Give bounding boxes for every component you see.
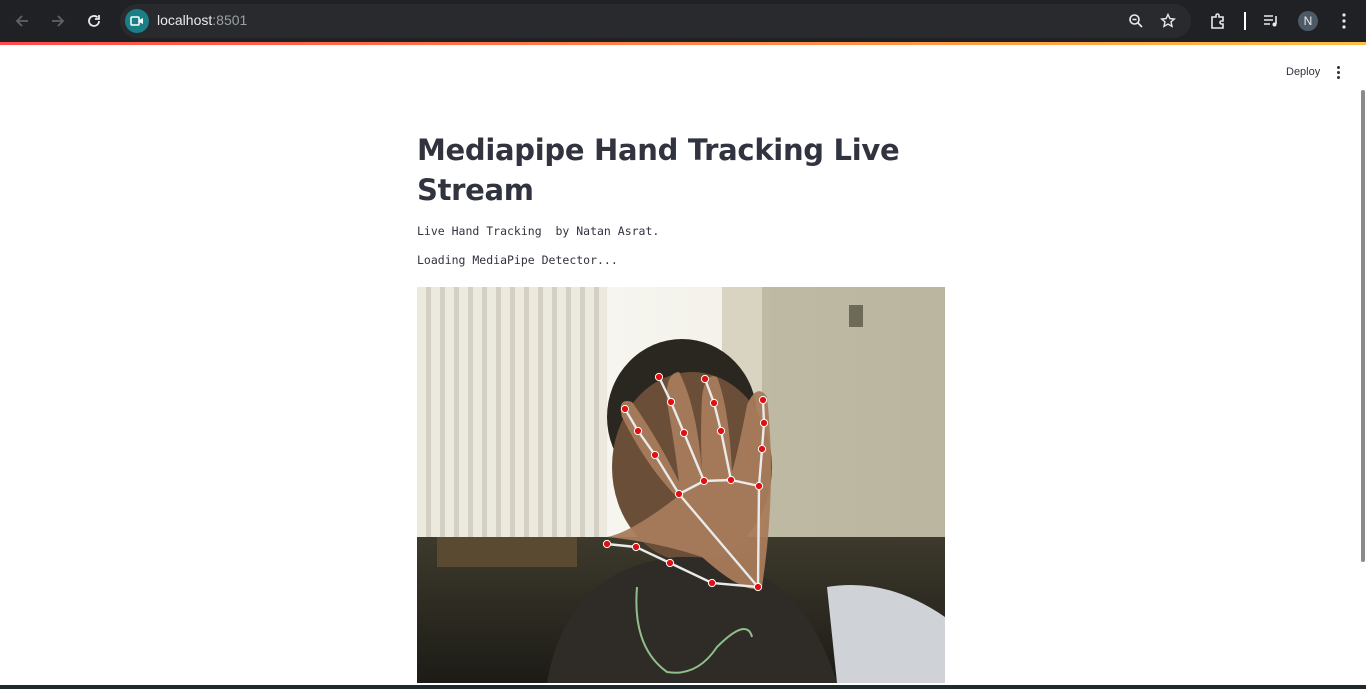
bookmark-button[interactable]	[1156, 9, 1180, 33]
landmark-ring-tip	[700, 374, 710, 384]
landmark-pinky-tip	[758, 395, 768, 405]
forward-button[interactable]	[46, 9, 70, 33]
browser-toolbar: localhost:8501 N	[0, 0, 1366, 42]
landmark-middle-pip	[679, 428, 689, 438]
app-menu-button[interactable]	[1330, 62, 1346, 82]
puzzle-icon	[1211, 13, 1224, 29]
webcam-video-frame	[417, 287, 945, 683]
landmark-pinky-mcp	[754, 481, 764, 491]
landmark-ring-mcp	[726, 475, 736, 485]
loading-status: Loading MediaPipe Detector...	[417, 253, 618, 267]
kebab-menu-icon	[1342, 13, 1346, 29]
desk	[437, 537, 577, 567]
landmark-index-dip	[633, 426, 643, 436]
back-button[interactable]	[10, 9, 34, 33]
landmark-pinky-dip	[759, 418, 769, 428]
page-scrollbar[interactable]	[1361, 90, 1365, 562]
landmark-thumb-cmc	[707, 578, 717, 588]
url-host: localhost	[157, 12, 213, 28]
url-port: :8501	[212, 12, 248, 28]
landmark-pinky-pip	[757, 444, 767, 454]
app-decoration-bar	[0, 42, 1366, 45]
deploy-button[interactable]: Deploy	[1278, 62, 1328, 82]
toolbar-divider	[1244, 12, 1246, 30]
landmark-index-pip	[650, 450, 660, 460]
landmark-index-mcp	[674, 489, 684, 499]
menu-dot	[1336, 65, 1340, 69]
author-caption: Live Hand Tracking by Natan Asrat.	[417, 224, 660, 238]
reload-button[interactable]	[82, 9, 106, 33]
landmark-middle-tip	[654, 372, 664, 382]
landmark-ring-dip	[709, 398, 719, 408]
landmark-ring-pip	[716, 426, 726, 436]
arrow-left-icon	[15, 15, 28, 27]
address-text[interactable]: localhost:8501	[157, 12, 247, 28]
menu-dot	[1336, 75, 1340, 79]
landmark-thumb-mcp	[665, 558, 675, 568]
landmark-index-tip	[620, 404, 630, 414]
landmark-thumb-tip	[602, 539, 612, 549]
media-control-icon	[1264, 15, 1277, 27]
video-camera-icon	[130, 16, 143, 26]
landmark-thumb-ip	[631, 542, 641, 552]
landmark-wrist	[753, 582, 763, 592]
star-icon	[1160, 13, 1176, 28]
page-title: Mediapipe Hand Tracking Live Stream	[417, 133, 900, 207]
arrow-right-icon	[52, 15, 65, 27]
reload-icon	[88, 15, 100, 27]
landmark-middle-dip	[666, 397, 676, 407]
webcam-scene	[417, 287, 945, 683]
media-control-button[interactable]	[1259, 9, 1283, 33]
browser-menu-button[interactable]	[1332, 9, 1356, 33]
os-taskbar-edge	[0, 685, 1366, 689]
site-info-button[interactable]	[125, 9, 149, 33]
window-blinds	[417, 287, 602, 547]
profile-avatar[interactable]: N	[1298, 11, 1318, 31]
extensions-button[interactable]	[1206, 9, 1230, 33]
menu-dot	[1336, 70, 1340, 74]
main-content: Mediapipe Hand Tracking Live Stream Live…	[417, 130, 947, 267]
zoom-button[interactable]	[1124, 9, 1148, 33]
landmark-middle-mcp	[699, 476, 709, 486]
wall-fixture	[849, 305, 863, 327]
address-bar[interactable]	[120, 4, 1191, 38]
zoom-icon	[1129, 14, 1143, 28]
